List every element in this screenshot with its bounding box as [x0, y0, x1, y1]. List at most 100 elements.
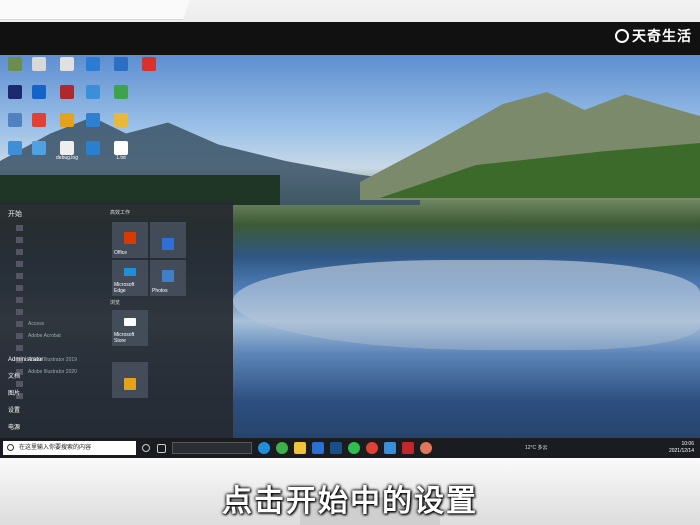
start-rail-item[interactable]: 文档: [0, 369, 110, 386]
watermark-logo-icon: [615, 29, 629, 43]
desktop-icon[interactable]: [2, 85, 28, 99]
app-icon: [32, 113, 46, 127]
browser-icon[interactable]: [276, 442, 288, 454]
app-icon: [8, 57, 22, 71]
wps-icon[interactable]: [402, 442, 414, 454]
app-list-item[interactable]: [16, 222, 108, 234]
app-icon: [60, 57, 74, 71]
app-icon: [60, 141, 74, 155]
desktop-icon[interactable]: [80, 113, 106, 127]
desktop-icon[interactable]: [108, 85, 134, 99]
start-tile[interactable]: [112, 362, 148, 398]
app-icon: [8, 85, 22, 99]
tiles-header: 高效工作: [110, 210, 131, 216]
start-tile[interactable]: Microsoft Edge: [112, 260, 148, 296]
app-icon: [86, 113, 100, 127]
desktop-screen: debug.log 1.txt 开始 Access Adobe Acrobat Ado…: [0, 55, 700, 458]
app-list-item[interactable]: Adobe Acrobat: [16, 330, 108, 342]
tile-label: Office: [114, 250, 127, 256]
clock-time: 10:06: [681, 441, 694, 447]
desktop-icon-label: 1.txt: [116, 155, 126, 161]
desktop-icon[interactable]: [80, 141, 106, 155]
app-icon: [8, 113, 22, 127]
app-list-item[interactable]: [16, 270, 108, 282]
desktop-icon[interactable]: [80, 85, 106, 99]
file-explorer-icon[interactable]: [294, 442, 306, 454]
tiles-header-browse: 浏览: [110, 300, 121, 306]
start-tile[interactable]: Office: [112, 222, 148, 258]
paper-sheet: [0, 0, 190, 20]
desktop-icon[interactable]: [2, 57, 28, 71]
start-tile[interactable]: [150, 222, 186, 258]
wallpaper-cloud-reflection: [233, 260, 700, 350]
start-tile[interactable]: Microsoft Store: [112, 310, 148, 346]
edge-icon[interactable]: [258, 442, 270, 454]
app-list-item[interactable]: [16, 246, 108, 258]
start-rail: Administrator 文档 图片 设置 电源: [0, 352, 110, 437]
weather-widget[interactable]: 12°C 多云: [525, 444, 548, 451]
tile-label: Microsoft Store: [114, 332, 135, 344]
cortana-icon[interactable]: [142, 444, 150, 452]
clock-date: 2021/12/14: [668, 448, 694, 454]
app-list-item[interactable]: [16, 282, 108, 294]
app-icon: [86, 57, 100, 71]
desktop-icon[interactable]: [26, 141, 52, 155]
desktop-icon[interactable]: [108, 57, 134, 71]
start-menu: 开始 Access Adobe Acrobat Adobe Illustrator …: [0, 202, 233, 458]
app-icon: [32, 141, 46, 155]
app-icon[interactable]: [330, 442, 342, 454]
desktop-icon[interactable]: [54, 113, 80, 127]
desktop-icon[interactable]: [2, 141, 28, 155]
desktop-icon[interactable]: [26, 57, 52, 71]
tile-icon: [124, 232, 136, 244]
tile-icon: [124, 318, 136, 326]
desktop-icon[interactable]: [108, 113, 134, 127]
desktop-icon[interactable]: [54, 85, 80, 99]
start-rail-item[interactable]: 图片: [0, 386, 110, 403]
desktop-icon[interactable]: 1.txt: [108, 141, 134, 162]
tile-icon: [162, 270, 174, 282]
taskbar: 在这里输入你要搜索的内容 12°C 多云 10:06 2021/12/14: [0, 438, 700, 458]
tile-icon: [124, 378, 136, 390]
app-icon: [86, 141, 100, 155]
tile-icon: [124, 268, 136, 276]
desktop-icon[interactable]: [26, 113, 52, 127]
desktop-icon[interactable]: [54, 57, 80, 71]
start-rail-item[interactable]: 设置: [0, 403, 110, 420]
wallpaper-treeline: [0, 175, 280, 205]
desktop-icon[interactable]: [2, 113, 28, 127]
monitor-bezel-top: [0, 22, 700, 55]
desktop-icon[interactable]: [80, 57, 106, 71]
desktop-icon[interactable]: debug.log: [54, 141, 80, 162]
start-rail-item[interactable]: Administrator: [0, 352, 110, 369]
app-list-item[interactable]: [16, 234, 108, 246]
app-list-item[interactable]: [16, 306, 108, 318]
app-icon: [60, 113, 74, 127]
app-list-item[interactable]: Access: [16, 318, 108, 330]
system-clock[interactable]: 10:06 2021/12/14: [669, 441, 694, 455]
tile-label: Photos: [152, 288, 168, 294]
wechat-icon[interactable]: [348, 442, 360, 454]
app-list-item[interactable]: [16, 294, 108, 306]
video-caption: 点击开始中的设置: [222, 485, 478, 518]
app-icon: [114, 85, 128, 99]
app-icon: [32, 57, 46, 71]
search-placeholder: 在这里输入你要搜索的内容: [19, 445, 92, 451]
app-icon: [114, 141, 128, 155]
task-view-icon[interactable]: [157, 444, 166, 453]
desktop-icon[interactable]: [136, 57, 162, 71]
start-tile[interactable]: Photos: [150, 260, 186, 296]
watermark-text: 天奇生活: [632, 28, 692, 44]
app-list-item[interactable]: [16, 258, 108, 270]
app-blue-icon[interactable]: [384, 442, 396, 454]
start-rail-item[interactable]: 电源: [0, 420, 110, 437]
taskbar-search-box[interactable]: 在这里输入你要搜索的内容: [3, 441, 136, 455]
desktop-icon[interactable]: [26, 85, 52, 99]
search-icon: [7, 444, 14, 451]
address-bar[interactable]: [172, 442, 252, 454]
start-menu-title: 开始: [8, 211, 22, 218]
app-orange-icon[interactable]: [420, 442, 432, 454]
desktop-icon-label: debug.log: [56, 155, 78, 161]
app-red-icon[interactable]: [366, 442, 378, 454]
store-icon[interactable]: [312, 442, 324, 454]
